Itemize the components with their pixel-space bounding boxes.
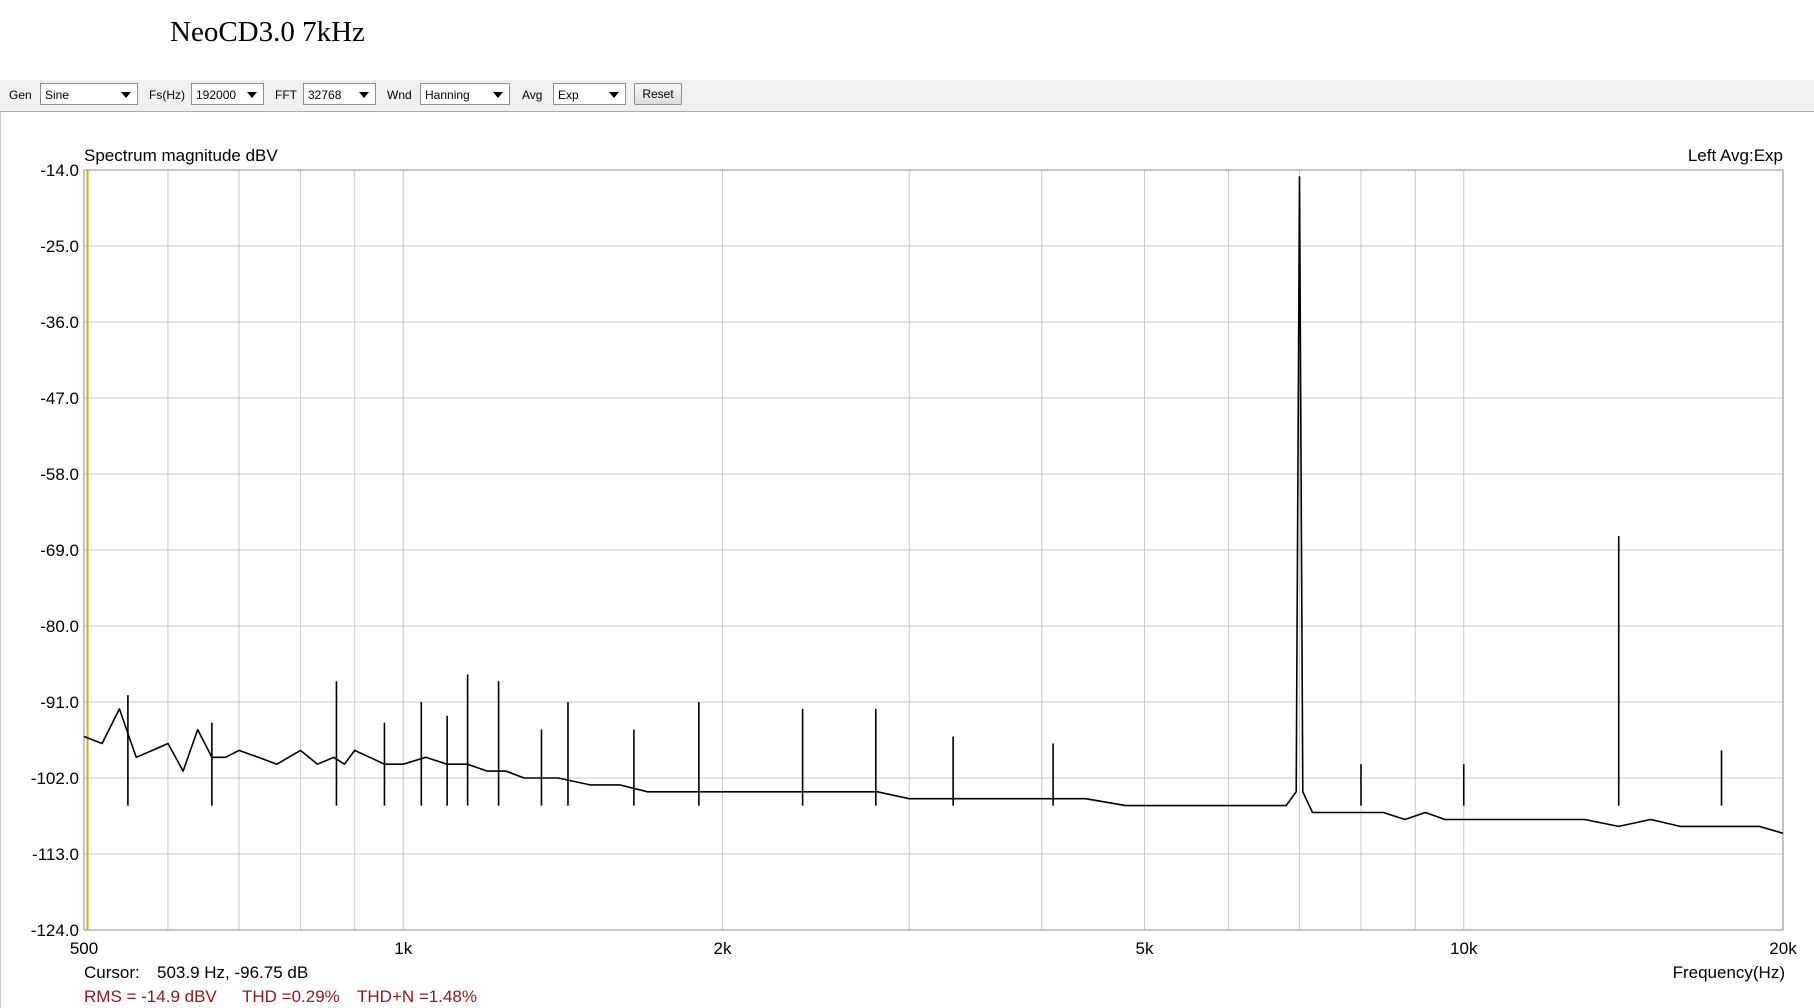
x-tick-label: 5k bbox=[1136, 939, 1154, 958]
chart-title: Spectrum magnitude dBV bbox=[84, 146, 278, 165]
sample-rate-value: 192000 bbox=[196, 88, 237, 102]
y-tick-label: -58.0 bbox=[40, 465, 79, 484]
window-select[interactable]: Hanning bbox=[420, 83, 510, 105]
y-tick-label: -80.0 bbox=[40, 617, 79, 636]
averaging-value: Exp bbox=[558, 88, 579, 102]
channel-info: Left Avg:Exp bbox=[1688, 146, 1783, 165]
spectrum-trace-layer bbox=[83, 176, 1784, 835]
reset-button[interactable]: Reset bbox=[634, 83, 682, 105]
fft-size-select[interactable]: 32768 bbox=[303, 83, 376, 105]
spectrum-chart[interactable]: -14.0 -25.0 -36.0 -47.0 -58.0 -69.0 -80.0 -91.0… bbox=[1, 112, 1813, 1008]
y-tick-label: -36.0 bbox=[40, 313, 79, 332]
x-tick-label: 2k bbox=[714, 939, 732, 958]
axis-ticks: -14.0 -25.0 -36.0 -47.0 -58.0 -69.0 -80.0 -91.0… bbox=[31, 161, 1797, 958]
x-tick-label: 20k bbox=[1769, 939, 1797, 958]
averaging-select[interactable]: Exp bbox=[553, 83, 626, 105]
x-tick-label: 10k bbox=[1450, 939, 1478, 958]
grid bbox=[83, 169, 1784, 931]
chevron-down-icon bbox=[121, 92, 131, 98]
chart-caption: NeoCD3.0 7kHz bbox=[170, 16, 365, 48]
chevron-down-icon bbox=[493, 92, 503, 98]
window-label: Wnd bbox=[387, 88, 412, 102]
avg-label: Avg bbox=[522, 88, 543, 102]
chevron-down-icon bbox=[247, 92, 257, 98]
thd-readout: THD =0.29% bbox=[242, 987, 340, 1006]
y-tick-label: -124.0 bbox=[31, 921, 79, 940]
x-tick-label: 1k bbox=[394, 939, 412, 958]
y-tick-label: -91.0 bbox=[40, 693, 79, 712]
chevron-down-icon bbox=[609, 92, 619, 98]
x-axis-label: Frequency(Hz) bbox=[1673, 963, 1785, 982]
y-tick-label: -25.0 bbox=[40, 237, 79, 256]
fft-size-value: 32768 bbox=[308, 88, 342, 102]
y-tick-label: -69.0 bbox=[40, 541, 79, 560]
spectrum-trace bbox=[83, 176, 1784, 835]
gen-label: Gen bbox=[9, 88, 32, 102]
chevron-down-icon bbox=[359, 92, 369, 98]
sample-rate-select[interactable]: 192000 bbox=[191, 83, 264, 105]
cursor-label: Cursor: bbox=[84, 963, 140, 982]
generator-value: Sine bbox=[45, 88, 70, 102]
thdn-readout: THD+N =1.48% bbox=[357, 987, 477, 1006]
generator-select[interactable]: Sine bbox=[40, 83, 138, 105]
rms-readout: RMS = -14.9 dBV bbox=[84, 987, 217, 1006]
plot-panel[interactable]: -14.0 -25.0 -36.0 -47.0 -58.0 -69.0 -80.0 -91.0… bbox=[0, 112, 1814, 1008]
x-tick-label: 500 bbox=[70, 939, 98, 958]
cursor-readout: 503.9 Hz, -96.75 dB bbox=[157, 963, 308, 982]
window-value: Hanning bbox=[425, 88, 470, 102]
toolbar: Gen Sine Fs(Hz) 192000 FFT 32768 Wnd Han… bbox=[0, 80, 1814, 112]
fs-label: Fs(Hz) bbox=[149, 88, 185, 102]
fft-label: FFT bbox=[275, 88, 297, 102]
y-tick-label: -47.0 bbox=[40, 389, 79, 408]
y-tick-label: -102.0 bbox=[31, 769, 79, 788]
y-tick-label: -14.0 bbox=[40, 161, 79, 180]
y-tick-label: -113.0 bbox=[32, 845, 79, 864]
